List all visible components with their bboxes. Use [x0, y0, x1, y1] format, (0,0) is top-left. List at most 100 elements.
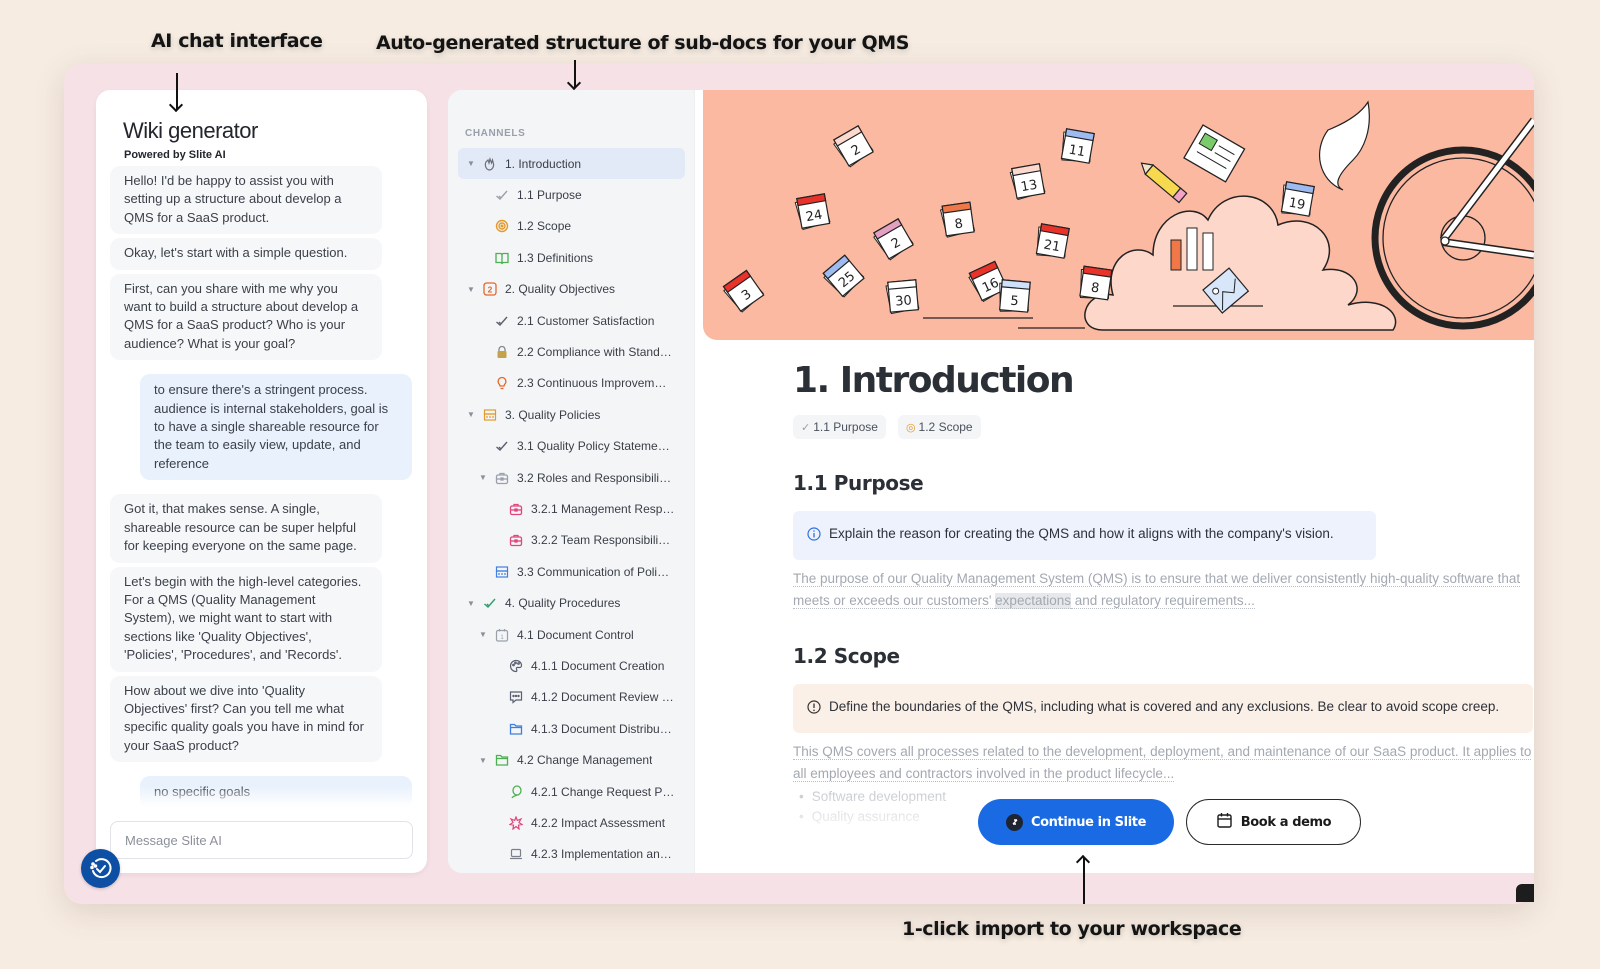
svg-text:2: 2	[488, 285, 493, 295]
sidebar-item[interactable]: 4.1.2 Document Review …	[458, 682, 685, 713]
sidebar-item[interactable]: 2.3 Continuous Improvem…	[458, 368, 685, 399]
chip-purpose[interactable]: ✓ 1.1 Purpose	[793, 415, 886, 439]
book-icon	[494, 250, 510, 266]
purpose-body[interactable]: The purpose of our Quality Management Sy…	[793, 568, 1533, 612]
continue-in-slite-button[interactable]: Continue in Slite	[978, 799, 1174, 845]
document-view: 2 24 2 8 13 11 21 3 25 30 16 5 8 19 1. Introduction ✓…	[703, 90, 1534, 873]
sidebar-item[interactable]: 1.1 Purpose	[458, 179, 685, 210]
bicycle-wheel	[1371, 146, 1534, 330]
callout-text: Explain the reason for creating the QMS …	[829, 526, 1334, 541]
message-input[interactable]: Message Slite AI	[110, 821, 413, 859]
scope-text: This QMS covers all processes related to…	[793, 744, 1532, 782]
section-heading-scope: 1.2 Scope	[793, 644, 900, 668]
sidebar-item[interactable]: ▼ 4. Quality Procedures	[458, 587, 685, 618]
briefcase-icon	[508, 532, 524, 548]
calendar-page-icon: 19	[1280, 181, 1315, 217]
sidebar-item-label: 4.1.2 Document Review …	[531, 690, 674, 705]
svg-text:1: 1	[500, 635, 504, 641]
scope-body[interactable]: This QMS covers all processes related to…	[793, 741, 1533, 785]
sidebar-item-label: 3.2 Roles and Responsibili…	[517, 470, 672, 485]
ai-message: Got it, that makes sense. A single, shar…	[110, 494, 382, 563]
calendar-number: 30	[895, 293, 913, 309]
message-list[interactable]: Hello! I'd be happy to assist you with s…	[110, 166, 416, 806]
sidebar-item-label: 2.2 Compliance with Stand…	[517, 345, 672, 360]
user-message: to ensure there's a stringent process. a…	[140, 374, 412, 481]
calendar-number: 24	[805, 208, 824, 226]
bar-icon-tall	[1186, 227, 1198, 271]
calendar-page-icon: 2	[873, 218, 914, 261]
chip-label: 1.1 Purpose	[813, 420, 878, 434]
continue-label: Continue in Slite	[1031, 814, 1146, 830]
sidebar-item[interactable]: 1.2 Scope	[458, 211, 685, 242]
sidebar-item-label: 4.1 Document Control	[517, 627, 634, 642]
briefcase-icon	[508, 501, 524, 517]
caret-down-icon[interactable]: ▼	[464, 159, 478, 168]
chip-scope[interactable]: ◎ 1.2 Scope	[897, 415, 981, 439]
target-icon	[494, 218, 510, 234]
ai-message: Let's begin with the high-level categori…	[110, 566, 382, 672]
slite-ai-check-icon[interactable]	[81, 849, 120, 888]
message-input-placeholder: Message Slite AI	[125, 832, 222, 848]
sidebar-item-label: 3.2.2 Team Responsibili…	[531, 533, 671, 548]
sidebar-item[interactable]: ▼ 1 4.1 Document Control	[458, 619, 685, 650]
sidebar-item[interactable]: ▼ 4.2 Change Management	[458, 744, 685, 775]
alert-icon	[807, 696, 821, 721]
checklist-document	[1183, 124, 1246, 183]
caret-down-icon[interactable]: ▼	[476, 630, 490, 639]
callout-warning: Define the boundaries of the QMS, includ…	[793, 684, 1533, 733]
sidebar-item-label: 4.2.1 Change Request P…	[531, 784, 675, 799]
sidebar-item[interactable]: 2.1 Customer Satisfaction	[458, 305, 685, 336]
chip-label: 1.2 Scope	[918, 420, 973, 434]
sidebar-item-label: 1.2 Scope	[517, 219, 572, 234]
double-check-icon	[494, 438, 510, 454]
sidebar-item-label: 4. Quality Procedures	[505, 596, 621, 611]
sidebar-item[interactable]: 2.2 Compliance with Stand…	[458, 336, 685, 367]
briefcase-icon	[494, 470, 510, 486]
caret-down-icon[interactable]: ▼	[476, 756, 490, 765]
calendar-number: 21	[1042, 238, 1061, 256]
caret-down-icon[interactable]: ▼	[464, 285, 478, 294]
sidebar-item-label: 1. Introduction	[505, 156, 582, 171]
sidebar-item[interactable]: ▼ 1. Introduction	[458, 148, 685, 180]
calendar-number: 11	[1067, 143, 1086, 161]
ai-message: Hello! I'd be happy to assist you with s…	[110, 166, 382, 235]
sidebar-item-label: 3.1 Quality Policy Stateme…	[517, 439, 670, 454]
calendar-page-icon: 13	[1009, 163, 1046, 201]
arrow-up-import	[1083, 858, 1085, 904]
calendar-icon	[1216, 812, 1233, 833]
caret-down-icon[interactable]: ▼	[464, 410, 478, 419]
arrow-down-chat	[176, 73, 178, 109]
sidebar-item[interactable]: 1.3 Definitions	[458, 242, 685, 273]
caret-down-icon[interactable]: ▼	[464, 599, 478, 608]
sidebar-item[interactable]: 4.1.3 Document Distribu…	[458, 713, 685, 744]
slite-app-window: CHANNELS ▼ 1. Introduction 1.1 Purpose 1.2 …	[448, 90, 1534, 873]
sidebar-item[interactable]: 4.2.1 Change Request P…	[458, 776, 685, 807]
document-body: 1. Introduction ✓ 1.1 Purpose ◎ 1.2 Scop…	[793, 360, 1533, 827]
double-check-icon	[494, 313, 510, 329]
balloon-icon	[508, 784, 524, 800]
burst-icon	[508, 815, 524, 831]
wave-hand-icon	[482, 156, 498, 172]
sidebar-item-label: 4.1.1 Document Creation	[531, 658, 665, 673]
cover-art: 2242813112132530165819	[722, 100, 1534, 331]
caret-down-icon[interactable]: ▼	[476, 473, 490, 482]
sidebar-item[interactable]: 3.3 Communication of Poli…	[458, 556, 685, 587]
sidebar-item[interactable]: 4.2.2 Impact Assessment	[458, 807, 685, 838]
sidebar-item[interactable]: 3.2.1 Management Resp…	[458, 493, 685, 524]
sidebar-item[interactable]: 4.2.3 Implementation an…	[458, 839, 685, 870]
sidebar-item[interactable]: ▼ 3. Quality Policies	[458, 399, 685, 430]
sidebar: CHANNELS ▼ 1. Introduction 1.1 Purpose 1.2 …	[448, 90, 695, 873]
chat-widget-corner[interactable]	[1516, 884, 1534, 902]
sidebar-item[interactable]: 3.1 Quality Policy Stateme…	[458, 431, 685, 462]
sidebar-item[interactable]: 4.1.1 Document Creation	[458, 650, 685, 681]
calendar-page-icon: 24	[794, 193, 831, 231]
chat-subtitle: Powered by Slite AI	[124, 149, 226, 161]
sidebar-item[interactable]: ▼ 3.2 Roles and Responsibili…	[458, 462, 685, 493]
sidebar-item[interactable]: 3.2.2 Team Responsibili…	[458, 525, 685, 556]
chat-bubble-icon	[508, 689, 524, 705]
bar-icon-orange	[1170, 239, 1182, 271]
demo-label: Book a demo	[1240, 814, 1332, 830]
sidebar-item[interactable]: ▼ 2 2. Quality Objectives	[458, 274, 685, 305]
book-a-demo-button[interactable]: Book a demo	[1186, 799, 1361, 845]
building-icon	[482, 407, 498, 423]
